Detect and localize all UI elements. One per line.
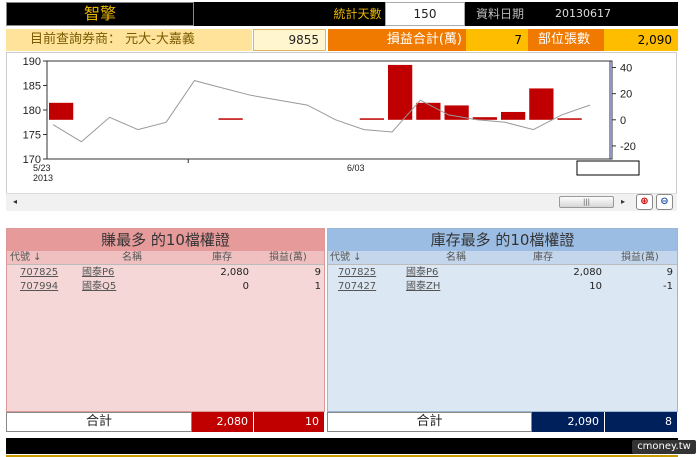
col-stock[interactable]: 庫存 (212, 251, 232, 265)
warrant-name-link[interactable]: 國泰Q5 (82, 280, 116, 294)
x-axis-label: 6/03 (347, 163, 365, 173)
column-header-row: 代號 ↓ 名稱 庫存 損益(萬) (328, 251, 677, 265)
left-total-pnl: 10 (254, 412, 325, 432)
x-axis-label: 5/23 (33, 163, 51, 173)
position-label: 部位張數 (528, 29, 604, 51)
col-stock[interactable]: 庫存 (533, 251, 553, 265)
pnl-bar (557, 118, 582, 120)
combo-chart: 170175180185190-20020405/2320136/03 (23, 56, 640, 183)
scroll-thumb[interactable]: ||| (559, 196, 614, 208)
right-total-pnl: 8 (605, 412, 678, 432)
stock-cell: 10 (589, 281, 602, 292)
right-total-label: 合計 (327, 412, 532, 432)
date-value: 20130617 (535, 2, 678, 26)
table-row: 707994 國泰Q5 0 1 (7, 280, 324, 294)
warrant-name-link[interactable]: 國泰P6 (406, 266, 438, 280)
pnl-bar (501, 111, 526, 120)
stat-days-field[interactable]: 150 (385, 2, 465, 26)
warrant-name-link[interactable]: 國泰ZH (406, 280, 440, 294)
top-stock-panel: 庫存最多 的10檔權證 代號 ↓ 名稱 庫存 損益(萬) 707825 國泰P6… (327, 228, 678, 412)
pnl-bar (359, 118, 384, 120)
right-axis-tick-label: 0 (620, 115, 626, 127)
column-header-row: 代號 ↓ 名稱 庫存 損益(萬) (7, 251, 324, 265)
position-value: 2,090 (604, 29, 678, 51)
pnl-bar (529, 88, 554, 120)
warrant-code-link[interactable]: 707427 (338, 280, 376, 294)
left-axis-tick-label: 175 (23, 130, 41, 142)
table-row: 707427 國泰ZH 10 -1 (328, 280, 677, 294)
panel-title: 庫存最多 的10檔權證 (328, 229, 677, 251)
right-axis-tick-label: 40 (620, 63, 632, 75)
table-row: 707825 國泰P6 2,080 9 (328, 266, 677, 280)
left-total-stock: 2,080 (192, 412, 254, 432)
broker-name: 元大-大嘉義 (125, 32, 195, 47)
right-axis-tick-label: -20 (620, 141, 636, 153)
pnl-bar (416, 102, 441, 120)
warrant-code-link[interactable]: 707825 (20, 266, 58, 280)
table-row: 707825 國泰P6 2,080 9 (7, 266, 324, 280)
pnl-bar (218, 118, 243, 120)
panel-title: 賺最多 的10檔權證 (7, 229, 324, 251)
zoom-in-icon[interactable]: ⊕ (636, 194, 653, 210)
watermark-logo: cmoney.tw (632, 440, 696, 454)
pnl-cell: 1 (314, 281, 321, 292)
scroll-left-icon[interactable]: ◂ (10, 196, 20, 208)
stock-cell: 2,080 (573, 267, 602, 278)
price-line (52, 80, 591, 143)
pnl-cell: 9 (314, 267, 321, 278)
chart-area[interactable]: 170 175 180 185 190 -20 0 20 40 5/23 2013 6/03 (6, 52, 677, 194)
warrant-code-link[interactable]: 707994 (20, 280, 58, 294)
left-axis-tick-label: 190 (23, 56, 41, 68)
cursor-tooltip-box (576, 160, 640, 176)
stat-days-label: 統計天數 (330, 2, 385, 26)
x-axis-label: 2013 (33, 173, 53, 183)
right-axis-tick-label: 20 (620, 89, 632, 101)
app-title: 智擎 (6, 2, 194, 26)
left-axis-tick-label: 185 (23, 81, 41, 93)
footer-bar (6, 438, 678, 454)
warrant-code-link[interactable]: 707825 (338, 266, 376, 280)
pnl-bar (388, 64, 413, 120)
left-axis-tick-label: 180 (23, 105, 41, 117)
pnl-cell: -1 (663, 281, 673, 292)
plot-frame (46, 60, 613, 160)
col-code[interactable]: 代號 ↓ (10, 251, 42, 265)
left-total-label: 合計 (6, 412, 192, 432)
pnl-total-value: 7 (466, 29, 528, 51)
app-window: 智擎 統計天數 150 資料日期 20130617 目前查詢券商： 元大-大嘉義… (0, 0, 700, 457)
date-label: 資料日期 (465, 2, 535, 26)
stock-cell: 2,080 (220, 267, 249, 278)
warrant-name-link[interactable]: 國泰P6 (82, 266, 114, 280)
zoom-out-icon[interactable]: ⊖ (656, 194, 673, 210)
col-code[interactable]: 代號 ↓ (330, 251, 362, 265)
col-pnl[interactable]: 損益(萬) (269, 251, 307, 265)
header-strip (194, 2, 330, 26)
broker-label: 目前查詢券商： (30, 32, 122, 47)
stock-cell: 0 (242, 281, 249, 292)
pnl-total-label: 損益合計(萬) (328, 29, 466, 51)
col-name[interactable]: 名稱 (446, 251, 466, 265)
top-profit-panel: 賺最多 的10檔權證 代號 ↓ 名稱 庫存 損益(萬) 707825 國泰P6 … (6, 228, 325, 412)
col-pnl[interactable]: 損益(萬) (621, 251, 659, 265)
col-name[interactable]: 名稱 (122, 251, 142, 265)
pnl-bar (49, 102, 74, 120)
broker-code-field[interactable]: 9855 (253, 29, 326, 51)
broker-info: 目前查詢券商： 元大-大嘉義 (6, 29, 252, 51)
scroll-right-icon[interactable]: ▸ (618, 196, 628, 208)
pnl-cell: 9 (666, 267, 673, 278)
right-total-stock: 2,090 (532, 412, 605, 432)
